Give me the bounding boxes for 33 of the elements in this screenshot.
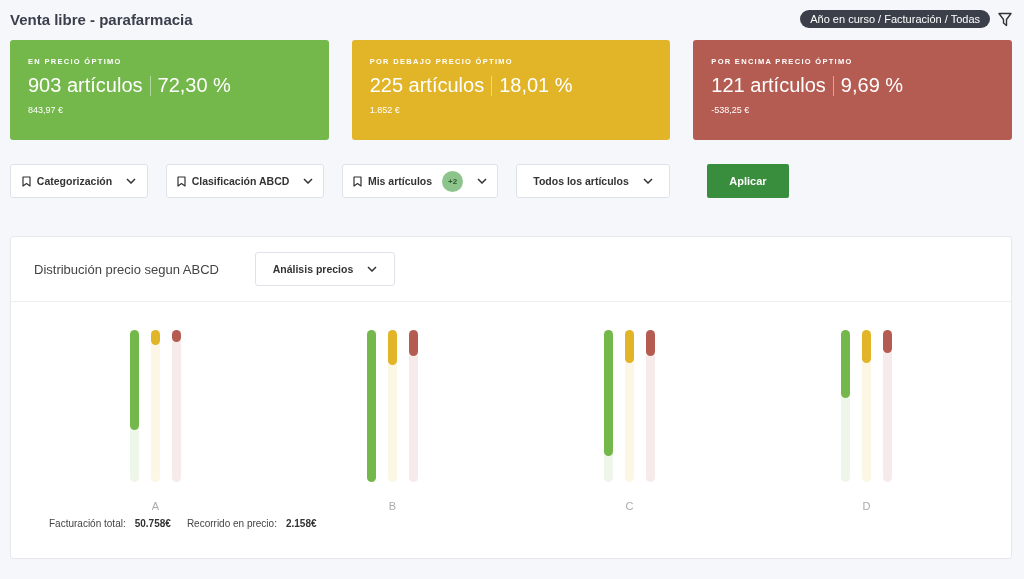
chevron-down-icon: [367, 266, 378, 272]
page-title: Venta libre - parafarmacia: [10, 10, 193, 28]
chevron-down-icon: [126, 178, 137, 184]
chevron-down-icon: [303, 178, 314, 184]
group-label: C: [625, 500, 634, 512]
apply-button[interactable]: Aplicar: [707, 164, 789, 198]
amount-value: -538,25 €: [711, 105, 750, 115]
stat-label: Recorrido en precio:: [186, 518, 277, 529]
group-label: A: [151, 500, 160, 512]
amount-value: 843,97 €: [28, 105, 64, 115]
amount-value: 1.852 €: [369, 105, 400, 115]
percent-value: 9,69 %: [840, 74, 904, 97]
chevron-down-icon: [642, 178, 653, 184]
filter-dropdown[interactable]: Clasificación ABCD: [166, 164, 324, 198]
context-chip[interactable]: Año en curso / Facturación / Todas: [800, 10, 990, 28]
chevron-down-icon: [477, 178, 488, 184]
stat-value: 2.158€: [285, 518, 317, 529]
count-badge: +2: [442, 170, 464, 192]
percent-value: 72,30 %: [157, 74, 231, 97]
article-count: 121 artículos: [711, 74, 826, 97]
filter-dropdown[interactable]: Mis artículos +2: [342, 164, 498, 198]
stat-label: Facturación total:: [49, 518, 126, 529]
percent-value: 18,01 %: [499, 74, 573, 97]
group-label: B: [388, 500, 397, 512]
article-count: 903 artículos: [28, 74, 143, 97]
article-count: 225 artículos: [369, 74, 485, 97]
group-label: D: [862, 500, 871, 512]
filter-dropdown[interactable]: Todos los artículos: [516, 164, 670, 198]
panel-title: Distribución precio segun ABCD: [34, 261, 219, 277]
analysis-dropdown[interactable]: Análisis precios: [255, 252, 395, 286]
filter-dropdown[interactable]: Categorización: [10, 164, 148, 198]
filter-icon[interactable]: [998, 11, 1012, 27]
stat-value: 50.758€: [134, 518, 171, 529]
